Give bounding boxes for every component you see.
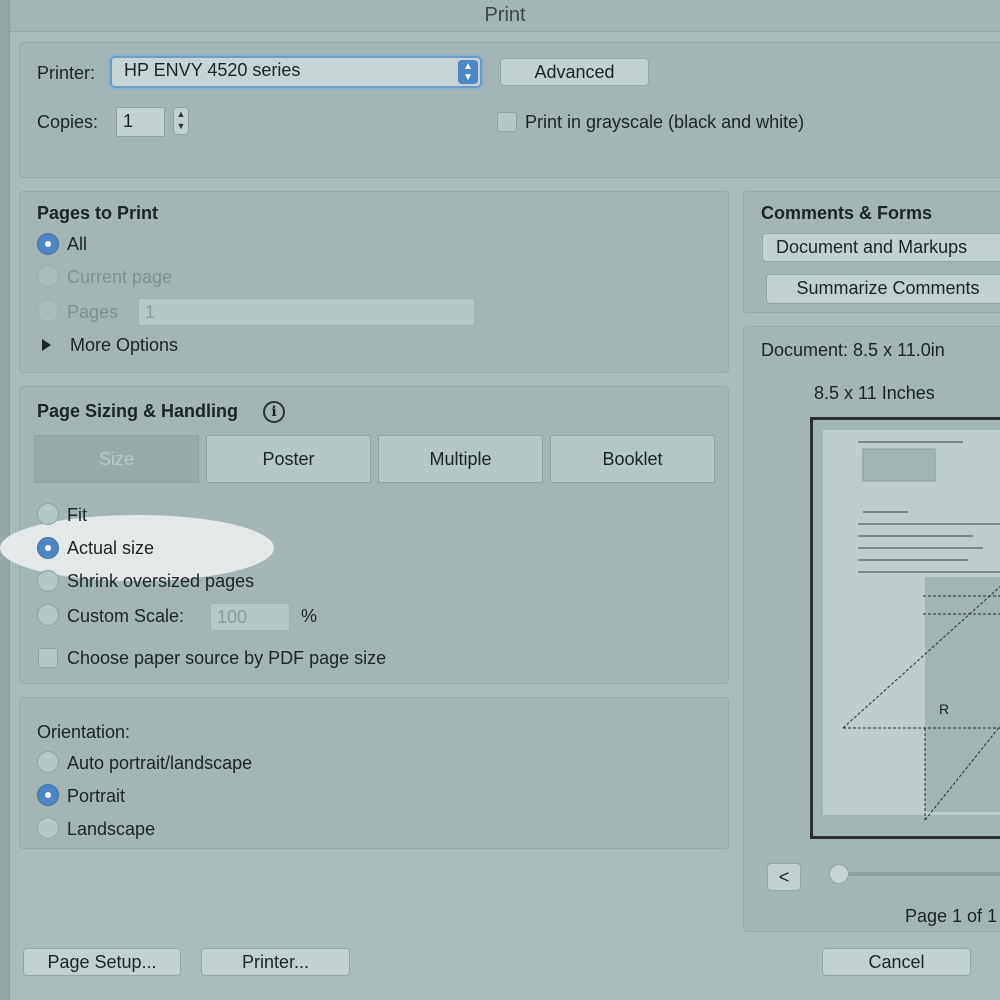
radio-pages-label: Pages: [67, 302, 119, 322]
percent-sign: %: [301, 606, 318, 626]
radio-fit[interactable]: [37, 503, 59, 525]
grayscale-checkbox[interactable]: [497, 112, 517, 132]
cancel-button[interactable]: Cancel: [822, 948, 971, 976]
radio-pages[interactable]: [37, 300, 59, 322]
disclosure-triangle-icon[interactable]: [42, 339, 51, 351]
tab-size[interactable]: Size: [34, 435, 199, 483]
chevron-updown-icon: ▲ ▼: [458, 60, 478, 84]
custom-scale-input[interactable]: 100: [210, 603, 290, 631]
radio-current-page[interactable]: [37, 266, 59, 288]
radio-landscape[interactable]: [37, 817, 59, 839]
page-preview-drawing: R: [823, 430, 1000, 821]
pages-range-input[interactable]: 1: [138, 298, 475, 326]
window-edge: [0, 0, 10, 1000]
radio-all[interactable]: [37, 233, 59, 255]
advanced-button[interactable]: Advanced: [500, 58, 649, 86]
title-bar: Print: [10, 0, 1000, 32]
more-options-label[interactable]: More Options: [70, 335, 178, 356]
page-status: Page 1 of 1: [905, 906, 998, 926]
paper-source-label: Choose paper source by PDF page size: [67, 648, 387, 668]
orientation-heading: Orientation:: [37, 722, 131, 742]
grayscale-label: Print in grayscale (black and white): [525, 112, 805, 132]
page-letter: R: [939, 701, 949, 717]
radio-landscape-label: Landscape: [67, 819, 156, 839]
comments-forms-heading: Comments & Forms: [761, 203, 933, 223]
page-slider-track[interactable]: [838, 872, 1000, 876]
page-setup-button[interactable]: Page Setup...: [23, 948, 181, 976]
printer-label: Printer:: [37, 63, 96, 83]
radio-fit-label: Fit: [67, 505, 87, 525]
printer-select[interactable]: HP ENVY 4520 series ▲ ▼: [110, 56, 482, 88]
radio-actual-size[interactable]: [37, 537, 59, 559]
paper-size-label: 8.5 x 11 Inches: [814, 383, 935, 403]
printer-button[interactable]: Printer...: [201, 948, 350, 976]
page-sizing-heading: Page Sizing & Handling: [37, 401, 239, 421]
pages-to-print-heading: Pages to Print: [37, 203, 159, 223]
page-preview: R: [810, 417, 1000, 839]
copies-stepper[interactable]: ▲ ▼: [173, 107, 189, 135]
radio-shrink-oversized-label: Shrink oversized pages: [67, 571, 255, 591]
tab-multiple[interactable]: Multiple: [378, 435, 543, 483]
radio-portrait[interactable]: [37, 784, 59, 806]
copies-input[interactable]: 1: [116, 107, 165, 137]
radio-portrait-label: Portrait: [67, 786, 126, 806]
window-title: Print: [484, 4, 526, 26]
printer-selected-value: HP ENVY 4520 series: [124, 60, 301, 80]
radio-custom-scale[interactable]: [37, 604, 59, 626]
tab-booklet[interactable]: Booklet: [550, 435, 715, 483]
document-size-label: Document: 8.5 x 11.0in: [761, 340, 945, 360]
info-icon[interactable]: i: [263, 401, 285, 423]
radio-auto-orientation[interactable]: [37, 751, 59, 773]
paper-source-checkbox[interactable]: [38, 648, 58, 668]
tab-poster[interactable]: Poster: [206, 435, 371, 483]
comments-select[interactable]: Document and Markups: [762, 233, 1000, 262]
radio-auto-orientation-label: Auto portrait/landscape: [67, 753, 253, 773]
page-slider-thumb[interactable]: [829, 864, 849, 884]
copies-label: Copies:: [37, 112, 99, 132]
previous-page-button[interactable]: <: [767, 863, 801, 891]
radio-current-page-label: Current page: [67, 267, 173, 287]
radio-all-label: All: [67, 234, 88, 254]
radio-custom-scale-label: Custom Scale:: [67, 606, 185, 626]
radio-shrink-oversized[interactable]: [37, 570, 59, 592]
summarize-comments-button[interactable]: Summarize Comments: [766, 274, 1000, 304]
radio-actual-size-label: Actual size: [67, 538, 155, 558]
